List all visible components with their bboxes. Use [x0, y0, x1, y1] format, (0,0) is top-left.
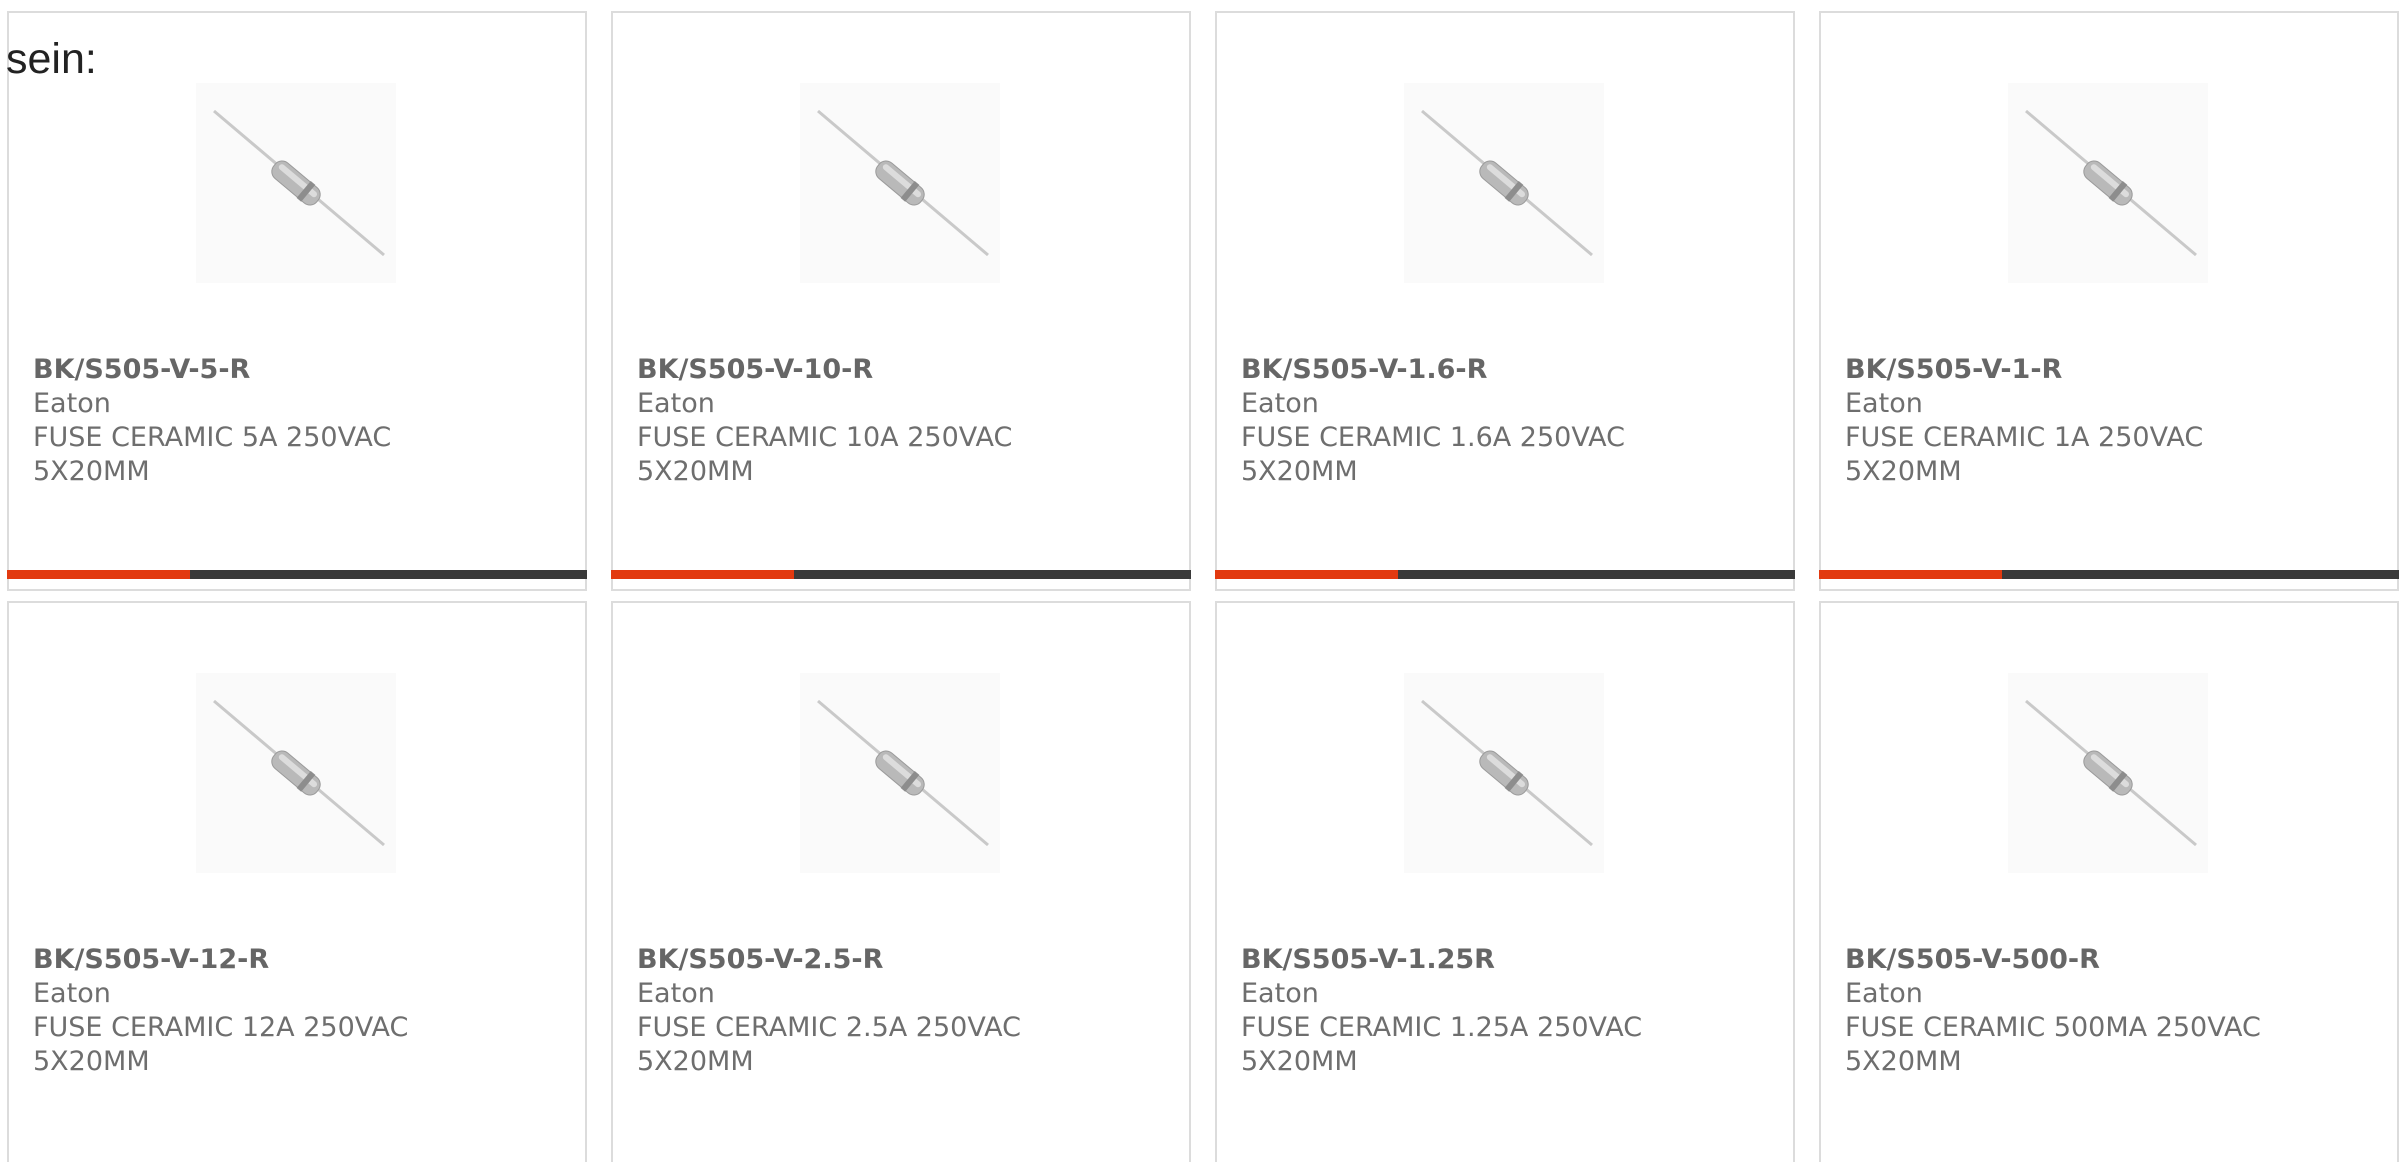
product-card[interactable]: BK/S505-V-1.25R Eaton FUSE CERAMIC 1.25A…: [1215, 601, 1795, 1162]
axial-fuse-icon: [817, 109, 989, 257]
description-line-2: 5X20MM: [1845, 456, 1962, 487]
axial-fuse-icon: [1421, 699, 1593, 847]
product-card[interactable]: BK/S505-V-500-R Eaton FUSE CERAMIC 500MA…: [1819, 601, 2399, 1162]
product-sku-link[interactable]: BK/S505-V-12-R: [33, 943, 565, 977]
product-card[interactable]: BK/S505-V-10-R Eaton FUSE CERAMIC 10A 25…: [611, 11, 1191, 591]
product-info: BK/S505-V-1.6-R Eaton FUSE CERAMIC 1.6A …: [1241, 353, 1773, 489]
axial-fuse-icon: [2025, 699, 2197, 847]
card-bottom-bar: [1215, 570, 1795, 579]
description-line-1: FUSE CERAMIC 1A 250VAC: [1845, 422, 2204, 453]
manufacturer: Eaton: [33, 388, 111, 419]
manufacturer: Eaton: [33, 978, 111, 1009]
description-line-2: 5X20MM: [637, 1046, 754, 1077]
description-line-2: 5X20MM: [33, 456, 150, 487]
product-card[interactable]: BK/S505-V-5-R Eaton FUSE CERAMIC 5A 250V…: [7, 11, 587, 591]
product-card[interactable]: BK/S505-V-12-R Eaton FUSE CERAMIC 12A 25…: [7, 601, 587, 1162]
description-line-2: 5X20MM: [637, 456, 754, 487]
axial-fuse-icon: [213, 109, 385, 257]
manufacturer: Eaton: [1241, 388, 1319, 419]
description-line-1: FUSE CERAMIC 500MA 250VAC: [1845, 1012, 2261, 1043]
product-info: BK/S505-V-5-R Eaton FUSE CERAMIC 5A 250V…: [33, 353, 565, 489]
manufacturer: Eaton: [637, 978, 715, 1009]
product-grid: BK/S505-V-5-R Eaton FUSE CERAMIC 5A 250V…: [7, 11, 2399, 1162]
product-image[interactable]: [1404, 83, 1604, 283]
product-image[interactable]: [196, 83, 396, 283]
product-sku-link[interactable]: BK/S505-V-1.6-R: [1241, 353, 1773, 387]
product-sku-link[interactable]: BK/S505-V-500-R: [1845, 943, 2377, 977]
product-card[interactable]: BK/S505-V-1-R Eaton FUSE CERAMIC 1A 250V…: [1819, 11, 2399, 591]
description-line-1: FUSE CERAMIC 1.6A 250VAC: [1241, 422, 1625, 453]
description-line-1: FUSE CERAMIC 5A 250VAC: [33, 422, 392, 453]
axial-fuse-icon: [817, 699, 989, 847]
description-line-2: 5X20MM: [1845, 1046, 1962, 1077]
card-bottom-bar: [7, 570, 587, 579]
axial-fuse-icon: [2025, 109, 2197, 257]
manufacturer: Eaton: [1845, 978, 1923, 1009]
product-info: BK/S505-V-1.25R Eaton FUSE CERAMIC 1.25A…: [1241, 943, 1773, 1079]
product-image[interactable]: [1404, 673, 1604, 873]
product-info: BK/S505-V-1-R Eaton FUSE CERAMIC 1A 250V…: [1845, 353, 2377, 489]
product-info: BK/S505-V-10-R Eaton FUSE CERAMIC 10A 25…: [637, 353, 1169, 489]
description-line-1: FUSE CERAMIC 12A 250VAC: [33, 1012, 409, 1043]
intro-text: sein:: [6, 35, 97, 83]
product-card[interactable]: BK/S505-V-1.6-R Eaton FUSE CERAMIC 1.6A …: [1215, 11, 1795, 591]
product-info: BK/S505-V-12-R Eaton FUSE CERAMIC 12A 25…: [33, 943, 565, 1079]
card-bottom-bar: [1819, 570, 2399, 579]
card-bar-accent: [7, 570, 190, 579]
description-line-1: FUSE CERAMIC 1.25A 250VAC: [1241, 1012, 1643, 1043]
card-bottom-bar: [611, 570, 1191, 579]
product-sku-link[interactable]: BK/S505-V-2.5-R: [637, 943, 1169, 977]
axial-fuse-icon: [1421, 109, 1593, 257]
card-bar-accent: [1819, 570, 2002, 579]
product-image[interactable]: [2008, 83, 2208, 283]
product-sku-link[interactable]: BK/S505-V-10-R: [637, 353, 1169, 387]
product-sku-link[interactable]: BK/S505-V-1-R: [1845, 353, 2377, 387]
card-bar-accent: [611, 570, 794, 579]
manufacturer: Eaton: [1845, 388, 1923, 419]
product-card[interactable]: BK/S505-V-2.5-R Eaton FUSE CERAMIC 2.5A …: [611, 601, 1191, 1162]
product-image[interactable]: [196, 673, 396, 873]
product-info: BK/S505-V-2.5-R Eaton FUSE CERAMIC 2.5A …: [637, 943, 1169, 1079]
description-line-1: FUSE CERAMIC 10A 250VAC: [637, 422, 1013, 453]
description-line-2: 5X20MM: [1241, 1046, 1358, 1077]
manufacturer: Eaton: [1241, 978, 1319, 1009]
description-line-2: 5X20MM: [33, 1046, 150, 1077]
card-bar-accent: [1215, 570, 1398, 579]
product-sku-link[interactable]: BK/S505-V-1.25R: [1241, 943, 1773, 977]
description-line-2: 5X20MM: [1241, 456, 1358, 487]
product-sku-link[interactable]: BK/S505-V-5-R: [33, 353, 565, 387]
description-line-1: FUSE CERAMIC 2.5A 250VAC: [637, 1012, 1021, 1043]
product-image[interactable]: [800, 83, 1000, 283]
axial-fuse-icon: [213, 699, 385, 847]
product-image[interactable]: [800, 673, 1000, 873]
product-listing-page: sein: BK/S505-V-5-R Eaton FUSE CERAMIC 5…: [0, 0, 2400, 1162]
product-image[interactable]: [2008, 673, 2208, 873]
product-info: BK/S505-V-500-R Eaton FUSE CERAMIC 500MA…: [1845, 943, 2377, 1079]
manufacturer: Eaton: [637, 388, 715, 419]
